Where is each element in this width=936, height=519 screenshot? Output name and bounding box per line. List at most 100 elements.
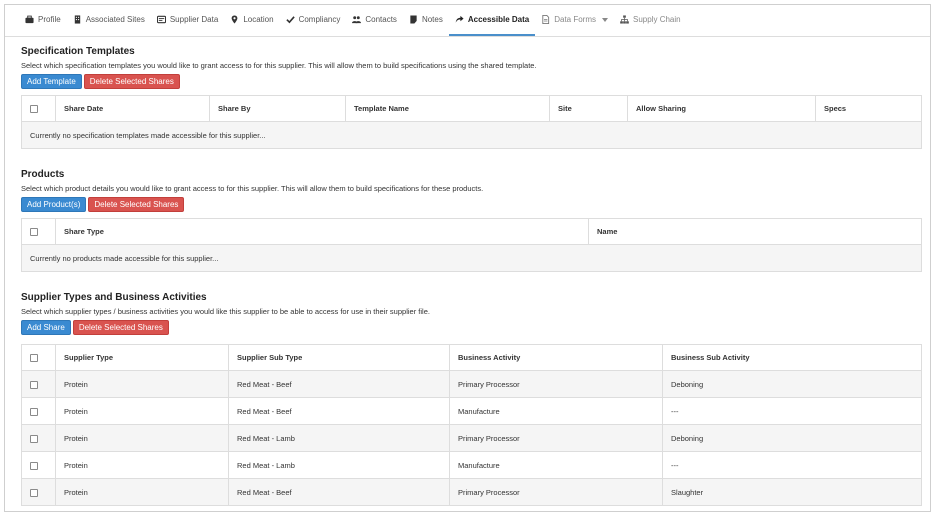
tab-label: Accessible Data: [467, 15, 530, 24]
supplier-sub-type-cell: Red Meat - Lamb: [228, 424, 450, 452]
row-select-cell: [21, 397, 56, 425]
select-all-cell: [21, 344, 56, 371]
section-description: Select which product details you would l…: [21, 184, 484, 193]
supplier-sub-type-cell: Red Meat - Beef: [228, 397, 450, 425]
button-row: Add Template Delete Selected Shares: [21, 74, 926, 89]
tab-notes[interactable]: Notes: [403, 5, 449, 36]
column-header[interactable]: Business Sub Activity: [662, 344, 922, 371]
row-checkbox[interactable]: [30, 461, 38, 470]
business-sub-activity-cell: ---: [662, 397, 922, 425]
section-title: Supplier Types and Business Activities: [21, 292, 207, 303]
table-header-row: Share Type Name: [21, 218, 922, 245]
empty-message: Currently no specification templates mad…: [21, 121, 922, 149]
column-header[interactable]: Allow Sharing: [627, 95, 816, 122]
select-all-cell: [21, 95, 56, 122]
supplier-sub-type-cell: Red Meat - Lamb: [228, 451, 450, 479]
row-checkbox[interactable]: [30, 407, 38, 416]
button-row: Add Share Delete Selected Shares: [21, 320, 926, 335]
business-sub-activity-cell: ---: [662, 451, 922, 479]
column-header[interactable]: Business Activity: [449, 344, 663, 371]
select-all-checkbox[interactable]: [30, 354, 38, 362]
row-select-cell: [21, 424, 56, 452]
business-activity-cell: Primary Processor: [449, 478, 663, 506]
tab-bar: Profile Associated Sites Supplier Data L…: [5, 5, 930, 37]
column-header[interactable]: Template Name: [345, 95, 550, 122]
column-header[interactable]: Supplier Sub Type: [228, 344, 450, 371]
table-row[interactable]: Protein Red Meat - Beef Manufacture ---: [21, 397, 922, 425]
supplier-type-cell: Protein: [55, 370, 229, 398]
delete-selected-shares-button[interactable]: Delete Selected Shares: [83, 74, 180, 89]
tab-supply-chain[interactable]: Supply Chain: [614, 5, 687, 36]
column-header[interactable]: Site: [549, 95, 628, 122]
supplier-accessible-data-panel: Profile Associated Sites Supplier Data L…: [4, 4, 931, 512]
column-header[interactable]: Name: [588, 218, 922, 245]
select-all-checkbox[interactable]: [30, 105, 38, 113]
tab-label: Notes: [421, 15, 443, 24]
file-icon: [541, 15, 550, 24]
business-sub-activity-cell: Slaughter: [662, 478, 922, 506]
tab-location[interactable]: Location: [224, 5, 279, 36]
section-title: Products: [21, 169, 65, 180]
section-description: Select which supplier types / business a…: [21, 307, 430, 316]
column-header[interactable]: Share By: [209, 95, 346, 122]
row-select-cell: [21, 478, 56, 506]
table-row[interactable]: Protein Red Meat - Lamb Primary Processo…: [21, 424, 922, 452]
button-row: Add Product(s) Delete Selected Shares: [21, 197, 926, 212]
select-all-cell: [21, 218, 56, 245]
briefcase-icon: [25, 15, 34, 24]
spec-templates-table: Share Date Share By Template Name Site A…: [21, 95, 922, 149]
products-table: Share Type Name Currently no products ma…: [21, 218, 922, 272]
tab-compliancy[interactable]: Compliancy: [280, 5, 347, 36]
tab-label: Location: [243, 15, 274, 24]
section-title: Specification Templates: [21, 46, 135, 57]
table-row[interactable]: Protein Red Meat - Beef Primary Processo…: [21, 478, 922, 506]
row-checkbox[interactable]: [30, 434, 38, 443]
supplier-type-cell: Protein: [55, 397, 229, 425]
supplier-types-section: Supplier Types and Business Activities S…: [21, 291, 926, 506]
column-header[interactable]: Share Date: [55, 95, 210, 122]
supplier-type-cell: Protein: [55, 424, 229, 452]
table-row[interactable]: Protein Red Meat - Beef Primary Processo…: [21, 370, 922, 398]
delete-selected-shares-button[interactable]: Delete Selected Shares: [88, 197, 185, 212]
column-header[interactable]: Share Type: [55, 218, 589, 245]
supplier-types-table: Supplier Type Supplier Sub Type Business…: [21, 344, 922, 506]
business-activity-cell: Manufacture: [449, 451, 663, 479]
tab-supplier-data[interactable]: Supplier Data: [151, 5, 224, 36]
column-header[interactable]: Specs: [815, 95, 922, 122]
products-section: Products Select which product details yo…: [21, 168, 926, 272]
tab-contacts[interactable]: Contacts: [346, 5, 403, 36]
section-description: Select which specification templates you…: [21, 61, 537, 70]
table-header-row: Supplier Type Supplier Sub Type Business…: [21, 344, 922, 371]
tab-label: Contacts: [365, 15, 397, 24]
note-icon: [409, 15, 418, 24]
delete-selected-shares-button[interactable]: Delete Selected Shares: [72, 320, 169, 335]
column-header[interactable]: Supplier Type: [55, 344, 229, 371]
add-template-button[interactable]: Add Template: [21, 74, 82, 89]
share-icon: [455, 15, 464, 24]
map-marker-icon: [230, 15, 239, 24]
select-all-checkbox[interactable]: [30, 228, 38, 236]
table-row: Currently no specification templates mad…: [21, 121, 922, 149]
tab-associated-sites[interactable]: Associated Sites: [67, 5, 151, 36]
tab-data-forms[interactable]: Data Forms: [535, 5, 614, 36]
check-icon: [285, 15, 295, 24]
row-select-cell: [21, 451, 56, 479]
row-checkbox[interactable]: [30, 488, 38, 497]
tab-profile[interactable]: Profile: [19, 5, 67, 36]
supplier-type-cell: Protein: [55, 478, 229, 506]
business-activity-cell: Manufacture: [449, 397, 663, 425]
add-share-button[interactable]: Add Share: [21, 320, 71, 335]
building-icon: [73, 15, 82, 24]
table-row[interactable]: Protein Red Meat - Lamb Manufacture ---: [21, 451, 922, 479]
row-select-cell: [21, 370, 56, 398]
empty-message: Currently no products made accessible fo…: [21, 244, 922, 272]
add-products-button[interactable]: Add Product(s): [21, 197, 87, 212]
business-sub-activity-cell: Deboning: [662, 370, 922, 398]
row-checkbox[interactable]: [30, 380, 38, 389]
business-activity-cell: Primary Processor: [449, 424, 663, 452]
tab-accessible-data[interactable]: Accessible Data: [448, 5, 536, 36]
tab-label: Profile: [38, 15, 61, 24]
table-row: Currently no products made accessible fo…: [21, 244, 922, 272]
tab-label: Data Forms: [554, 15, 597, 24]
spec-templates-section: Specification Templates Select which spe…: [21, 45, 926, 149]
